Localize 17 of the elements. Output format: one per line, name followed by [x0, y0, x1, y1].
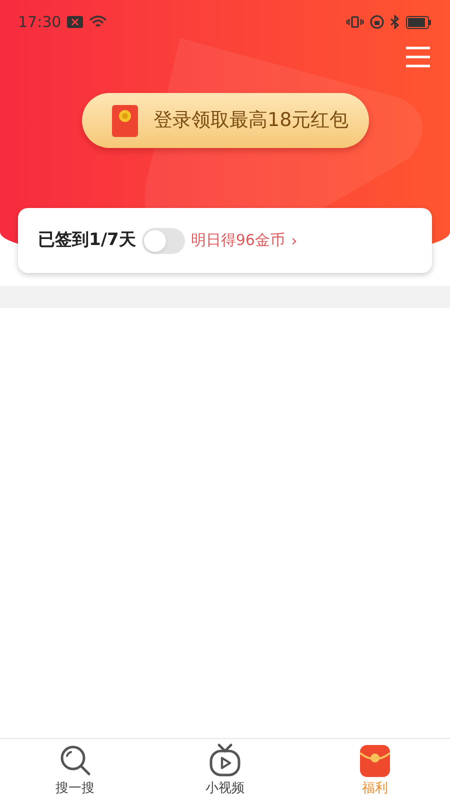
menu-icon[interactable] — [406, 46, 430, 68]
clock-time: 17:30 — [18, 12, 62, 33]
tab-bar-item[interactable]: 搜一搜 — [0, 739, 150, 800]
message-icon — [67, 16, 84, 28]
tab-bar-item[interactable]: 小视频 — [150, 739, 300, 800]
reminder-toggle[interactable] — [142, 228, 185, 254]
tv-play-icon — [208, 742, 242, 776]
chevron-icon[interactable]: › — [290, 228, 298, 252]
bluetooth-icon — [390, 15, 400, 29]
envelope-icon — [360, 744, 390, 776]
reward-link[interactable]: 明日得96金币 — [190, 229, 285, 252]
checkin-status: 已签到1/7天 — [38, 228, 136, 252]
envelope-icon — [112, 104, 138, 136]
wifi-icon — [89, 15, 108, 29]
battery-icon — [406, 16, 432, 28]
vibrate-icon — [346, 15, 364, 29]
login-reward-button[interactable]: 登录领取最高18元红包 — [82, 93, 368, 148]
